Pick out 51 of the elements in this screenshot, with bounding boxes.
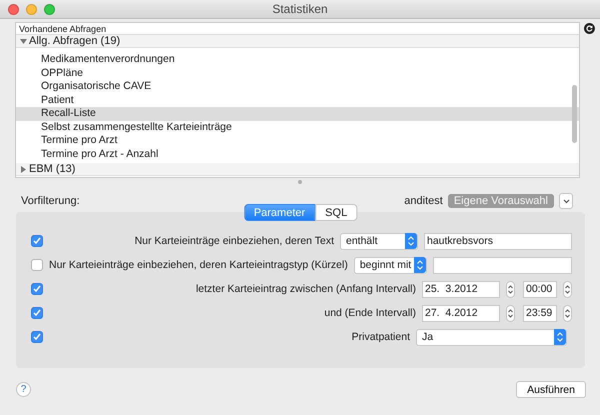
user-label: anditest — [404, 195, 443, 207]
help-button[interactable]: ? — [16, 382, 31, 397]
date-field[interactable]: 27. 4.2012 — [422, 304, 500, 322]
select-arrows-icon — [405, 233, 417, 249]
parameter-label: Nur Karteieinträge einbeziehen, deren Karteieintragstyp (Kürzel) — [49, 259, 348, 271]
checkbox[interactable] — [31, 235, 43, 247]
value-select[interactable]: Ja — [416, 328, 567, 346]
list-item[interactable]: Organisatorische CAVE — [16, 80, 580, 94]
window-title: Statistiken — [272, 2, 328, 16]
list-item[interactable]: Termine pro Arzt - Anzahl — [16, 148, 580, 161]
operator-select[interactable]: enthält — [340, 232, 418, 250]
zoom-button[interactable] — [44, 4, 55, 15]
parameter-label: Nur Karteieinträge einbeziehen, deren Text — [134, 235, 334, 247]
parameter-label: Privatpatient — [350, 331, 410, 343]
disclosure-triangle-icon[interactable] — [20, 38, 27, 44]
date-field[interactable]: 25. 3.2012 — [422, 280, 500, 298]
list-item[interactable]: Termine pro Arzt — [16, 134, 580, 148]
parameter-label: letzter Karteieintrag zwischen (Anfang Intervall) — [194, 283, 416, 295]
select-arrows-icon — [554, 329, 566, 345]
checkbox[interactable] — [31, 283, 43, 295]
list-item[interactable]: Medikamentenverordnungen — [16, 53, 580, 66]
checkbox[interactable] — [31, 307, 43, 319]
list-item[interactable]: Patient — [16, 94, 580, 107]
parameter-label: und (Ende Intervall) — [323, 307, 416, 319]
checkbox[interactable] — [31, 331, 43, 343]
text-input-field[interactable] — [433, 256, 572, 274]
dropdown-button[interactable] — [559, 193, 573, 209]
select-arrows-icon — [414, 257, 426, 273]
list-item[interactable]: Selbst zusammengestellte Karteieinträge — [16, 120, 580, 134]
refresh-icon[interactable] — [584, 23, 595, 34]
stepper-icon[interactable] — [506, 280, 515, 298]
stepper-icon[interactable] — [506, 304, 515, 322]
list-item[interactable]: Recall-Liste — [16, 107, 580, 120]
operator-select[interactable]: beginnt mit — [354, 256, 428, 274]
splitter-handle[interactable] — [298, 180, 302, 184]
group-row[interactable]: EBM (13) — [16, 163, 580, 176]
group-row[interactable]: Allg. Abfragen (19) — [16, 35, 580, 48]
disclosure-triangle-icon[interactable] — [20, 166, 27, 172]
stepper-icon[interactable] — [563, 304, 572, 322]
run-button[interactable]: Ausführen — [516, 381, 586, 398]
checkbox[interactable] — [31, 259, 43, 271]
close-button[interactable] — [8, 4, 19, 15]
chevron-down-icon — [562, 198, 570, 204]
prefilter-label: Vorfilterung: — [21, 195, 81, 207]
scrollbar-thumb[interactable] — [572, 85, 578, 143]
text-input-field[interactable]: hautkrebsvors — [424, 232, 572, 250]
time-field[interactable]: 00:00 — [523, 280, 557, 298]
stepper-icon[interactable] — [563, 280, 572, 298]
time-field[interactable]: 23:59 — [523, 304, 557, 322]
tab[interactable]: SQL — [315, 204, 358, 221]
list-item[interactable]: OPPläne — [16, 66, 580, 80]
